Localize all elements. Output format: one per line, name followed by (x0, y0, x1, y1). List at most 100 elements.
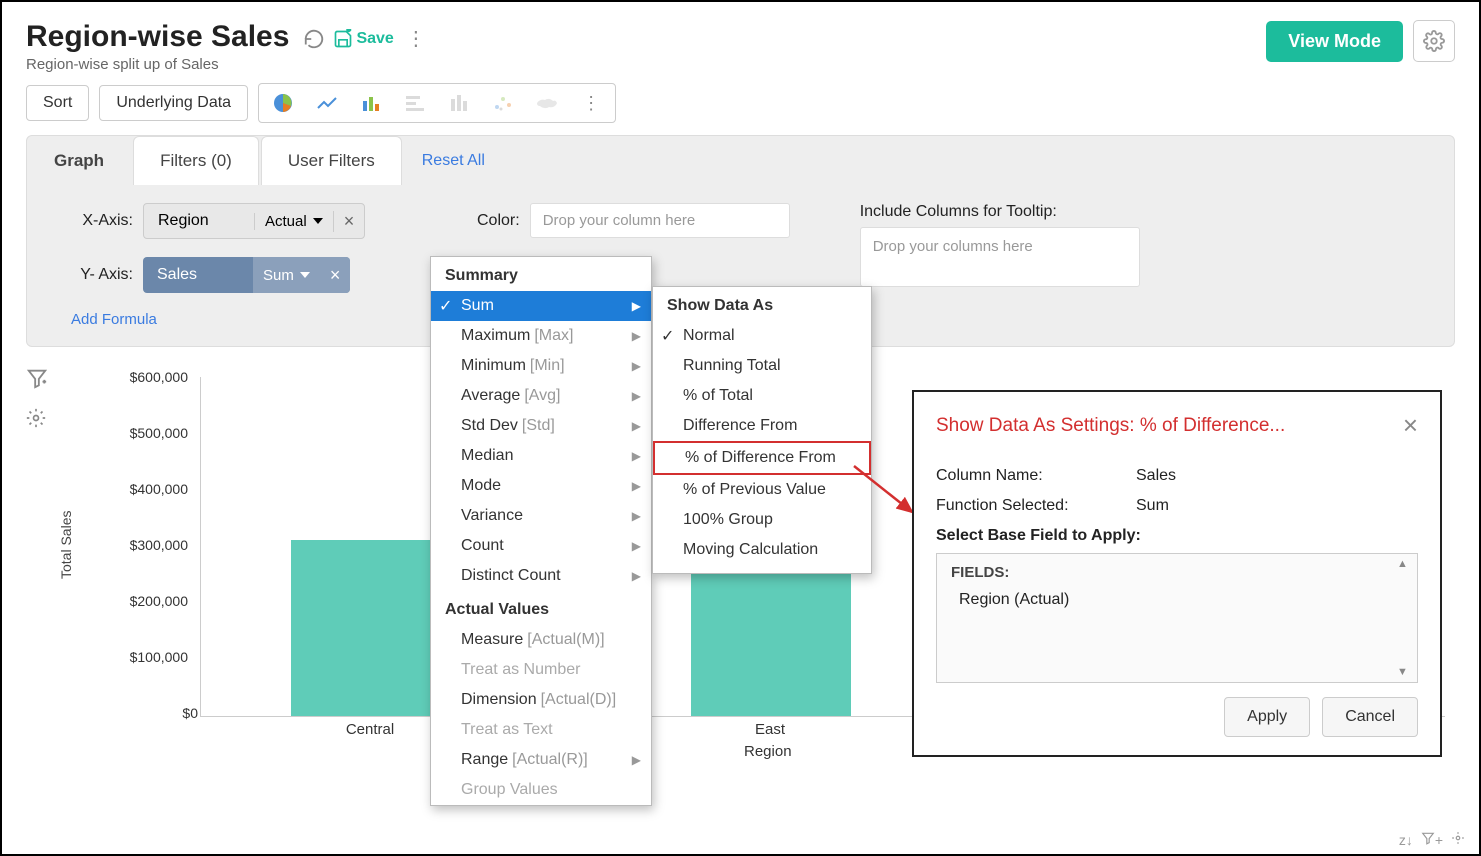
save-button[interactable]: * Save (333, 29, 393, 49)
underlying-data-button[interactable]: Underlying Data (99, 85, 248, 121)
chart-type-selector: ⋮ (258, 83, 616, 123)
menu-item-avg[interactable]: Average[Avg]▶ (431, 381, 651, 411)
menu-item-pct-total[interactable]: % of Total (653, 381, 871, 411)
x-pill-agg-dropdown[interactable]: Actual (254, 213, 333, 230)
menu-item-stddev[interactable]: Std Dev[Std]▶ (431, 411, 651, 441)
x-pill-name: Region (144, 212, 254, 230)
y-tick: $300,000 (88, 537, 188, 553)
stacked-bar-icon[interactable] (437, 86, 481, 120)
add-formula-link[interactable]: Add Formula (71, 311, 447, 328)
refresh-icon[interactable] (303, 28, 325, 50)
x-axis-label: X-Axis: (47, 212, 133, 230)
submenu-arrow-icon: ▶ (632, 389, 641, 403)
check-icon: ✓ (439, 296, 452, 316)
menu-item-moving-calc[interactable]: Moving Calculation (653, 535, 871, 565)
menu-item-count[interactable]: Count▶ (431, 531, 651, 561)
function-label: Function Selected: (936, 497, 1136, 515)
menu-item-100-group[interactable]: 100% Group (653, 505, 871, 535)
menu-item-running-total[interactable]: Running Total (653, 351, 871, 381)
chart-settings-icon[interactable] (26, 408, 64, 433)
reset-all-link[interactable]: Reset All (422, 152, 485, 170)
show-data-as-menu: Show Data As ✓Normal Running Total % of … (652, 286, 872, 574)
menu-item-dimension[interactable]: Dimension[Actual(D)] (431, 685, 651, 715)
submenu-arrow-icon: ▶ (632, 753, 641, 767)
submenu-arrow-icon: ▶ (632, 359, 641, 373)
y-tick: $400,000 (88, 481, 188, 497)
submenu-arrow-icon: ▶ (632, 299, 641, 313)
tab-graph[interactable]: Graph (27, 136, 131, 185)
more-chart-types-icon[interactable]: ⋮ (569, 86, 613, 120)
footer-tools: z↓ + (1399, 831, 1465, 848)
menu-item-normal[interactable]: ✓Normal (653, 321, 871, 351)
menu-item-treat-number: Treat as Number (431, 655, 651, 685)
submenu-arrow-icon: ▶ (632, 479, 641, 493)
cancel-button[interactable]: Cancel (1322, 697, 1418, 737)
x-tick: East (690, 721, 850, 738)
more-options-icon[interactable]: ⋮ (402, 26, 430, 51)
scroll-up-icon[interactable]: ▲ (1397, 558, 1413, 570)
field-item-region[interactable]: Region (Actual) (951, 587, 1403, 613)
color-drop-area[interactable]: Drop your column here (530, 203, 790, 238)
scroll-down-icon[interactable]: ▼ (1397, 666, 1413, 678)
chevron-down-icon (300, 272, 310, 278)
menu-item-pct-prev[interactable]: % of Previous Value (653, 475, 871, 505)
color-label: Color: (477, 212, 520, 230)
y-tick: $100,000 (88, 649, 188, 665)
tab-user-filters[interactable]: User Filters (261, 136, 402, 185)
x-axis-title: Region (744, 743, 792, 760)
submenu-arrow-icon: ▶ (632, 509, 641, 523)
apply-button[interactable]: Apply (1224, 697, 1310, 737)
submenu-arrow-icon: ▶ (632, 329, 641, 343)
dialog-close-icon[interactable]: × (1403, 410, 1418, 441)
y-tick: $600,000 (88, 369, 188, 385)
hbar-chart-icon[interactable] (393, 86, 437, 120)
menu-item-sum[interactable]: ✓Sum▶ (431, 291, 651, 321)
y-pill-remove-icon[interactable]: × (320, 257, 351, 293)
tooltip-drop-area[interactable]: Drop your columns here (860, 227, 1140, 287)
sort-icon[interactable]: z↓ (1399, 832, 1413, 848)
filter-icon[interactable]: + (1421, 831, 1443, 848)
submenu-arrow-icon: ▶ (632, 569, 641, 583)
gear-small-icon[interactable] (1451, 831, 1465, 848)
sort-button[interactable]: Sort (26, 85, 89, 121)
dialog-title: Show Data As Settings: % of Difference..… (936, 415, 1285, 437)
map-chart-icon[interactable] (525, 86, 569, 120)
y-axis-pill[interactable]: Sales Sum × (143, 257, 350, 293)
filter-add-icon[interactable] (26, 367, 64, 394)
menu-item-distinct-count[interactable]: Distinct Count▶ (431, 561, 651, 591)
select-base-field-label: Select Base Field to Apply: (936, 527, 1418, 545)
scatter-chart-icon[interactable] (481, 86, 525, 120)
menu-item-pct-diff-from[interactable]: % of Difference From (653, 441, 871, 475)
column-name-label: Column Name: (936, 467, 1136, 485)
y-axis-label: Y- Axis: (47, 266, 133, 284)
chevron-down-icon (313, 218, 323, 224)
bar-central[interactable] (291, 540, 451, 716)
y-pill-agg-dropdown[interactable]: Sum (253, 257, 320, 293)
y-pill-name: Sales (143, 266, 253, 284)
bar-chart-icon[interactable] (349, 86, 393, 120)
x-tick: Central (290, 721, 450, 738)
submenu-arrow-icon: ▶ (632, 419, 641, 433)
line-chart-icon[interactable] (305, 86, 349, 120)
settings-button[interactable] (1413, 20, 1455, 62)
save-label: Save (356, 30, 393, 48)
menu-item-min[interactable]: Minimum[Min]▶ (431, 351, 651, 381)
fields-header: FIELDS: (951, 564, 1403, 581)
menu-item-mode[interactable]: Mode▶ (431, 471, 651, 501)
fields-listbox[interactable]: FIELDS: Region (Actual) ▲ ▼ (936, 553, 1418, 683)
summary-context-menu: Summary ✓Sum▶ Maximum[Max]▶ Minimum[Min]… (430, 256, 652, 806)
menu-item-median[interactable]: Median▶ (431, 441, 651, 471)
tab-filters[interactable]: Filters (0) (133, 136, 259, 185)
menu-item-range[interactable]: Range[Actual(R)]▶ (431, 745, 651, 775)
x-pill-remove-icon[interactable]: × (333, 211, 365, 232)
menu-header-actual: Actual Values (431, 591, 651, 625)
submenu-arrow-icon: ▶ (632, 539, 641, 553)
pie-chart-icon[interactable] (261, 86, 305, 120)
menu-item-variance[interactable]: Variance▶ (431, 501, 651, 531)
menu-item-max[interactable]: Maximum[Max]▶ (431, 321, 651, 351)
x-axis-pill[interactable]: Region Actual × (143, 203, 365, 239)
menu-item-diff-from[interactable]: Difference From (653, 411, 871, 441)
submenu-arrow-icon: ▶ (632, 449, 641, 463)
menu-item-measure[interactable]: Measure[Actual(M)] (431, 625, 651, 655)
view-mode-button[interactable]: View Mode (1266, 21, 1403, 62)
